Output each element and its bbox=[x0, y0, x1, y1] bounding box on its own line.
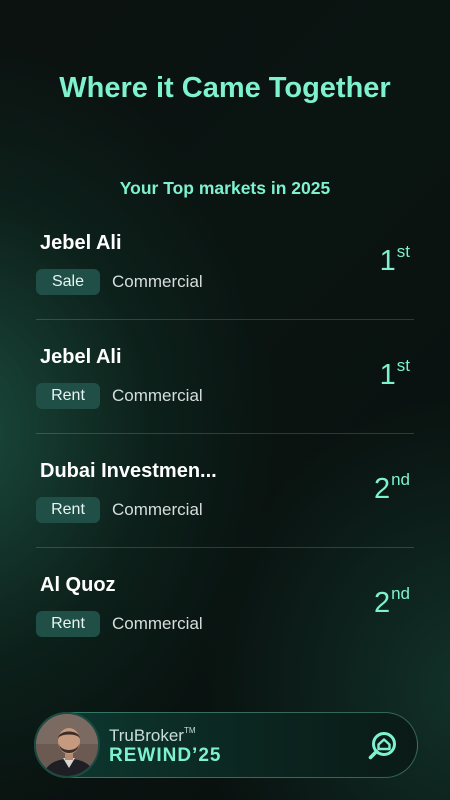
property-type-label: Commercial bbox=[112, 386, 203, 405]
rank-suffix: st bbox=[396, 242, 410, 261]
rank-number: 1 bbox=[379, 245, 396, 277]
purpose-badge: Rent bbox=[36, 383, 100, 409]
market-row: Dubai Investmen... Rent Commercial 2nd bbox=[36, 434, 414, 548]
market-area-name: Dubai Investmen... bbox=[40, 460, 217, 482]
brand-logo: TruBrokerTM REWIND’25 bbox=[109, 726, 222, 766]
brand-footer-pill: TruBrokerTM REWIND’25 bbox=[34, 712, 418, 778]
rank-number: 2 bbox=[373, 473, 391, 505]
rank-suffix: st bbox=[396, 356, 410, 375]
brand-name-line: TruBrokerTM bbox=[109, 726, 221, 745]
trademark-mark: TM bbox=[183, 726, 196, 735]
rank-number: 2 bbox=[373, 587, 391, 619]
property-type-label: Commercial bbox=[112, 272, 203, 291]
rank-suffix: nd bbox=[391, 584, 410, 603]
avatar-portrait bbox=[36, 714, 98, 776]
section-subtitle: Your Top markets in 2025 bbox=[119, 178, 331, 198]
market-rank: 1st bbox=[380, 242, 410, 278]
purpose-badge: Rent bbox=[36, 497, 100, 523]
purpose-badge: Sale bbox=[36, 269, 100, 295]
market-row: Jebel Ali Sale Commercial 1st bbox=[36, 206, 414, 320]
market-tags: Rent Commercial bbox=[36, 611, 203, 637]
rewind-screen: Where it Came Together Your Top markets … bbox=[0, 0, 450, 800]
purpose-badge: Rent bbox=[36, 611, 100, 637]
market-tags: Sale Commercial bbox=[36, 269, 203, 295]
market-tags: Rent Commercial bbox=[36, 383, 203, 409]
market-row: Jebel Ali Rent Commercial 1st bbox=[36, 320, 414, 434]
market-rank: 2nd bbox=[374, 470, 410, 506]
market-area-name: Jebel Ali bbox=[40, 232, 122, 254]
market-area-name: Jebel Ali bbox=[40, 346, 122, 368]
property-type-label: Commercial bbox=[112, 614, 203, 633]
page-title: Where it Came Together bbox=[59, 72, 391, 104]
home-search-icon[interactable] bbox=[367, 730, 399, 762]
rank-suffix: nd bbox=[391, 470, 410, 489]
property-type-label: Commercial bbox=[112, 500, 203, 519]
rewind-label: REWIND’25 bbox=[109, 745, 222, 766]
market-row: Al Quoz Rent Commercial 2nd bbox=[36, 548, 414, 662]
avatar bbox=[34, 712, 100, 778]
brand-name: TruBroker bbox=[109, 726, 184, 745]
market-area-name: Al Quoz bbox=[40, 574, 116, 596]
rank-number: 1 bbox=[379, 359, 396, 391]
markets-list: Jebel Ali Sale Commercial 1st Jebel Ali … bbox=[36, 206, 414, 662]
market-tags: Rent Commercial bbox=[36, 497, 203, 523]
market-rank: 1st bbox=[380, 356, 410, 392]
market-rank: 2nd bbox=[374, 584, 410, 620]
